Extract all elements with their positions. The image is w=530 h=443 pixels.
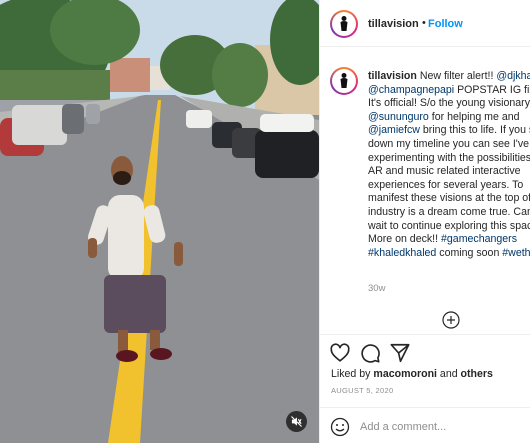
comment-icon[interactable] xyxy=(359,342,381,364)
likes-summary: Liked by macomoroni and others xyxy=(331,368,493,380)
caption-section: tillavision New filter alert!! @djkhaled… xyxy=(320,47,530,307)
mute-button[interactable] xyxy=(286,411,307,432)
caption-avatar[interactable] xyxy=(330,67,358,95)
heart-icon[interactable] xyxy=(329,342,351,364)
mention-link[interactable]: @champagnepapi xyxy=(368,84,454,96)
likes-and: and xyxy=(436,368,461,380)
mention-link[interactable]: @jamiefcw xyxy=(368,124,420,136)
emoji-icon[interactable] xyxy=(330,417,350,437)
mention-link[interactable]: @sununguro xyxy=(368,111,429,123)
mention-link[interactable]: @djkhaled xyxy=(496,70,530,82)
hashtag-link[interactable]: #gamechangers xyxy=(441,233,517,245)
caption-time-ago[interactable]: 30w xyxy=(368,283,385,294)
speaker-muted-icon xyxy=(291,416,302,427)
comment-input[interactable] xyxy=(360,417,520,437)
liked-by-user-link[interactable]: macomoroni xyxy=(373,368,437,380)
share-icon[interactable] xyxy=(389,342,411,364)
hashtag-link[interactable]: #khaledkhaled xyxy=(368,247,436,259)
caption-text-segment: coming soon xyxy=(436,246,503,259)
caption-text-segment: for helping me and xyxy=(428,110,520,123)
avatar-figure-icon xyxy=(340,73,348,88)
post-side-panel: tillavision • Follow tillavision New fil… xyxy=(319,0,530,443)
comment-bar xyxy=(320,407,530,443)
avatar-figure-icon xyxy=(340,16,348,31)
post-actions: Liked by macomoroni and others AUGUST 5,… xyxy=(320,334,530,443)
caption-text-segment: bring this to life. If you scroll down m… xyxy=(368,124,530,246)
avatar[interactable] xyxy=(330,10,358,38)
likes-others-link[interactable]: others xyxy=(461,368,493,380)
post-media[interactable] xyxy=(0,0,319,443)
header-username[interactable]: tillavision xyxy=(368,18,419,30)
video-frame xyxy=(0,0,319,443)
caption-text: tillavision New filter alert!! @djkhaled… xyxy=(368,70,530,260)
caption-username[interactable]: tillavision xyxy=(368,70,417,82)
post-date: AUGUST 5, 2020 xyxy=(331,386,394,395)
likes-prefix: Liked by xyxy=(331,368,374,380)
post-header: tillavision • Follow xyxy=(320,0,530,47)
caption-text-segment: New filter alert!! xyxy=(416,70,497,82)
follow-button[interactable]: Follow xyxy=(428,18,463,30)
header-separator: • xyxy=(422,17,426,29)
load-more-comments-icon[interactable] xyxy=(442,311,460,329)
hashtag-link[interactable]: #wethebest xyxy=(502,247,530,259)
